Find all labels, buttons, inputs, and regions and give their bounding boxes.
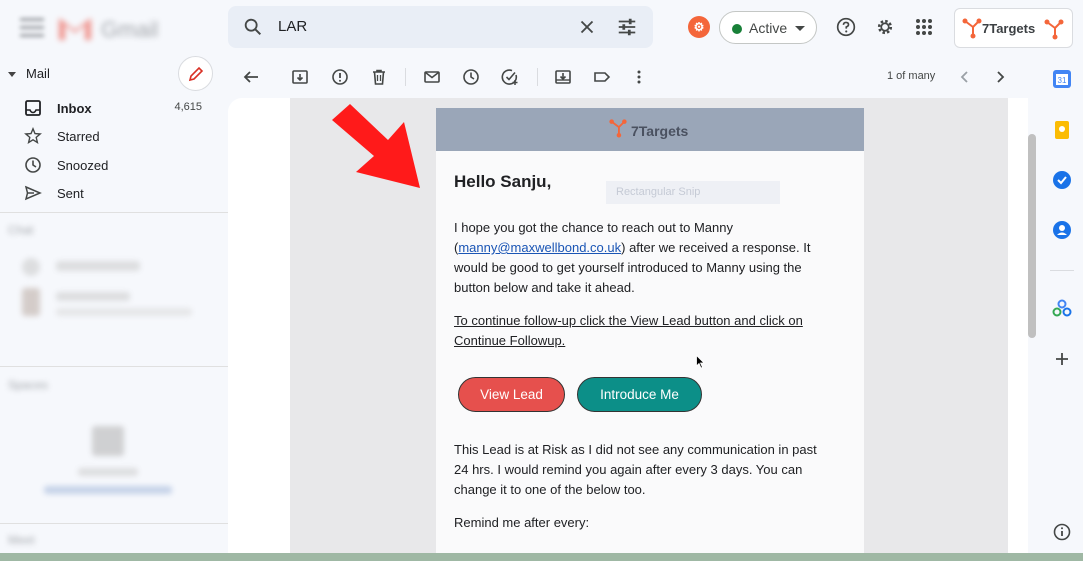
archive-icon[interactable] — [291, 68, 309, 86]
toolbar-separator — [537, 68, 538, 86]
inbox-icon — [25, 100, 41, 116]
top-bar: Gmail LAR ⚙ Active 7Targets — [0, 0, 1083, 56]
taskbar-strip — [0, 553, 1083, 561]
snip-overlay-label: Rectangular Snip — [606, 181, 780, 204]
side-panel: 31 — [1040, 56, 1083, 561]
compose-button[interactable] — [178, 56, 213, 91]
svg-text:31: 31 — [1058, 76, 1067, 85]
message-toolbar: 1 of many — [228, 56, 1028, 98]
email-paragraph-intro: I hope you got the chance to reach out t… — [454, 218, 829, 298]
star-icon — [24, 127, 42, 144]
help-icon[interactable] — [836, 17, 856, 37]
gmail-wordmark: Gmail — [101, 17, 159, 42]
sidebar-item-label: Snoozed — [57, 158, 109, 173]
sidebar-item-snoozed[interactable]: Snoozed — [0, 152, 228, 180]
chat-section-title: Chat — [8, 223, 34, 237]
more-icon[interactable] — [630, 68, 648, 86]
collapse-caret-icon — [8, 72, 16, 78]
sidebar-item-label: Sent — [57, 186, 84, 201]
main-menu-icon[interactable] — [20, 18, 44, 38]
mouse-cursor-icon — [696, 355, 705, 369]
side-panel-divider — [1050, 270, 1074, 271]
pencil-icon — [188, 66, 204, 82]
7targets-logo-icon — [609, 119, 627, 138]
sidebar-divider — [0, 523, 228, 524]
search-options-icon[interactable] — [616, 16, 638, 38]
avatar — [22, 288, 40, 316]
back-icon[interactable] — [242, 68, 260, 86]
chat-item-preview — [56, 308, 192, 316]
snooze-icon[interactable] — [462, 68, 480, 86]
sidebar-item-sent[interactable]: Sent — [0, 180, 228, 208]
email-brand-name: 7Targets — [631, 123, 689, 139]
status-label: Active — [749, 20, 788, 36]
older-chevron-right-icon[interactable] — [991, 68, 1009, 86]
add-task-icon[interactable] — [501, 68, 519, 86]
clock-icon — [25, 157, 41, 173]
spaces-section-title: Spaces — [8, 378, 49, 392]
clear-search-icon[interactable] — [576, 16, 598, 38]
google-tasks-icon[interactable] — [1051, 169, 1073, 191]
sidebar-divider — [0, 366, 228, 367]
toolbar-separator — [405, 68, 406, 86]
account-brand-badge[interactable]: 7Targets — [954, 8, 1073, 48]
remind-label: Remind me after every: — [454, 515, 590, 530]
mark-unread-icon[interactable] — [423, 68, 441, 86]
gmail-logo[interactable]: Gmail — [55, 12, 175, 44]
hubspot-extension-icon[interactable]: ⚙ — [688, 16, 710, 38]
meet-section-title: Meet — [8, 533, 35, 547]
send-icon — [24, 185, 42, 201]
brand-name: 7Targets — [982, 21, 1036, 36]
search-bar[interactable]: LAR — [228, 6, 653, 48]
7targets-logo-icon — [962, 18, 982, 39]
status-dot — [732, 24, 742, 34]
gmail-m-icon — [59, 18, 91, 40]
spaces-create-link — [44, 486, 172, 494]
sidebar-divider — [0, 212, 228, 213]
annotation-arrow-icon — [332, 104, 420, 188]
email-link-manny[interactable]: manny@maxwellbond.co.uk — [458, 240, 621, 255]
chevron-down-icon — [795, 26, 805, 31]
newer-chevron-left-icon[interactable] — [956, 68, 974, 86]
labels-icon[interactable] — [593, 68, 611, 86]
report-spam-icon[interactable] — [331, 68, 349, 86]
search-icon[interactable] — [242, 16, 264, 38]
email-greeting: Hello Sanju, — [454, 172, 552, 191]
search-query[interactable]: LAR — [278, 18, 307, 35]
chat-item-name — [56, 261, 140, 271]
email-brand-header: 7Targets — [436, 108, 864, 151]
pagination-text: 1 of many — [887, 70, 936, 82]
sidebar-item-label: Inbox — [57, 101, 92, 116]
mail-section-title: Mail — [26, 66, 50, 81]
followup-instruction-link[interactable]: To continue follow-up click the View Lea… — [454, 311, 829, 351]
google-apps-icon[interactable] — [916, 19, 932, 35]
message-scrollbar[interactable] — [1028, 134, 1036, 338]
left-sidebar: Mail Inbox 4,615 Starred Snoozed Sent Ch… — [0, 56, 228, 561]
info-icon[interactable] — [1051, 521, 1073, 543]
7targets-extension-icon[interactable] — [1043, 18, 1065, 40]
status-selector[interactable]: Active — [719, 11, 817, 44]
introduce-me-button[interactable]: Introduce Me — [577, 377, 702, 412]
inbox-count: 4,615 — [174, 101, 202, 113]
sidebar-item-starred[interactable]: Starred — [0, 123, 228, 151]
get-addons-plus-icon[interactable] — [1051, 348, 1073, 370]
risk-paragraph: This Lead is at Risk as I did not see an… — [454, 442, 817, 497]
settings-gear-icon[interactable] — [875, 17, 895, 37]
chat-item-name — [56, 292, 130, 301]
email-body-card: 7Targets Rectangular Snip Hello Sanju, I… — [436, 108, 864, 553]
addon-icon[interactable] — [1051, 298, 1073, 320]
google-keep-icon[interactable] — [1051, 119, 1073, 141]
move-to-icon[interactable] — [554, 68, 572, 86]
sidebar-item-inbox[interactable]: Inbox 4,615 — [0, 95, 228, 123]
avatar — [22, 258, 40, 276]
google-contacts-icon[interactable] — [1051, 219, 1073, 241]
delete-icon[interactable] — [370, 68, 388, 86]
spaces-empty-text — [78, 468, 138, 476]
google-calendar-icon[interactable]: 31 — [1051, 68, 1073, 90]
spaces-empty-icon — [92, 426, 124, 456]
mail-section-header[interactable]: Mail — [8, 66, 50, 81]
sidebar-item-label: Starred — [57, 129, 100, 144]
view-lead-button[interactable]: View Lead — [458, 377, 565, 412]
